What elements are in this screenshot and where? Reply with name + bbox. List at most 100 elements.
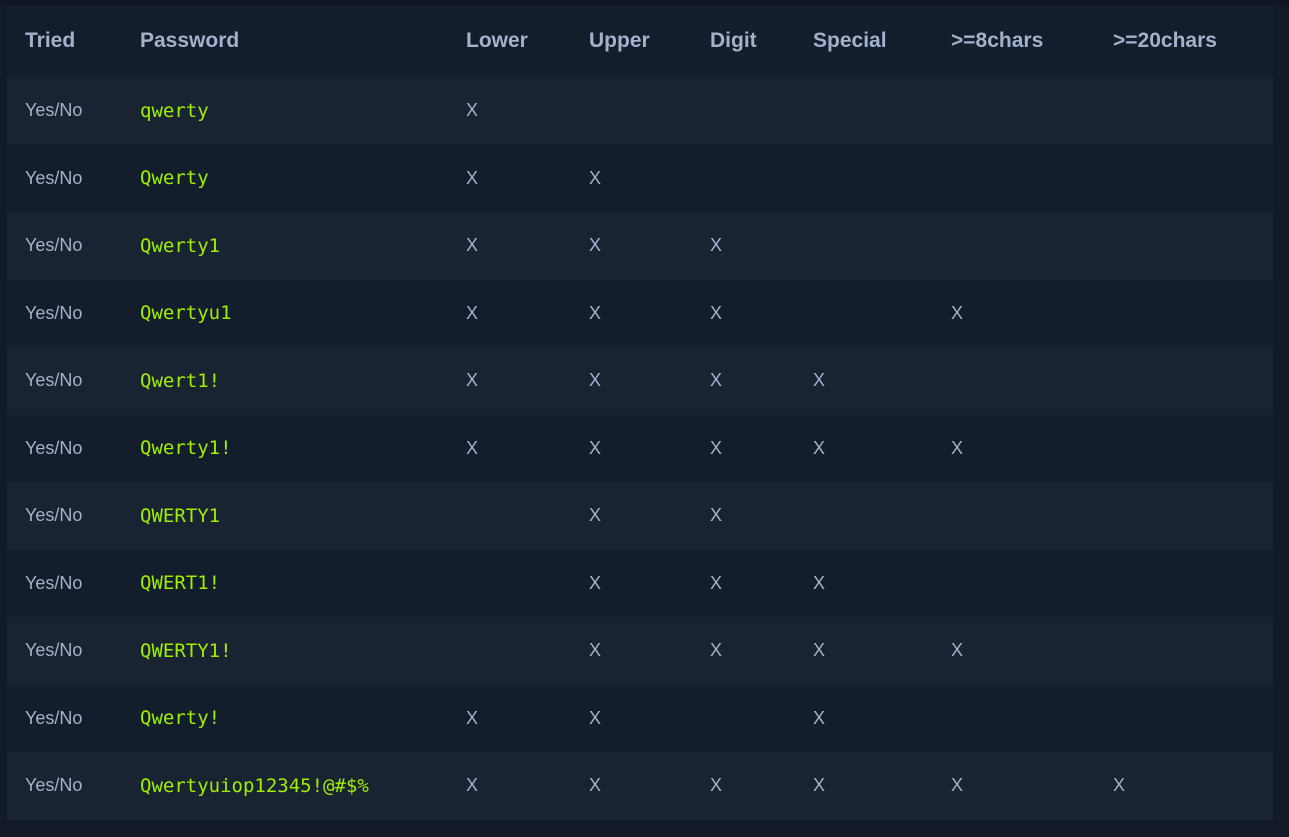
special-cell: X: [813, 437, 826, 458]
tried-cell: Yes/No: [25, 235, 83, 256]
special-cell: [795, 145, 933, 213]
digit-cell: [692, 145, 795, 213]
table-row: Yes/No Qwertyuiop12345!@#$% X X X X X X: [7, 752, 1273, 820]
min-20-chars-cell: [1095, 482, 1273, 550]
min-20-chars-cell: [1095, 617, 1273, 685]
password-cell: Qwertyu1: [140, 302, 232, 325]
table-row: Yes/No QWERT1! X X X: [7, 549, 1273, 618]
special-cell: X: [813, 640, 826, 661]
upper-cell: X: [589, 505, 602, 526]
lower-cell: X: [466, 100, 479, 121]
lower-cell: X: [466, 370, 479, 391]
table-row: Yes/No Qwerty! X X X: [7, 684, 1273, 753]
table-body: Yes/No qwerty X Yes/No Qwerty X X Yes/No…: [7, 77, 1273, 820]
password-cell: QWERTY1!: [140, 639, 232, 662]
tried-cell: Yes/No: [25, 302, 83, 323]
upper-cell: X: [589, 707, 602, 728]
min-20-chars-cell: [1095, 145, 1273, 213]
password-cell: Qwert1!: [140, 369, 221, 392]
min-8-chars-cell: X: [951, 302, 964, 323]
upper-cell: X: [589, 370, 602, 391]
digit-cell: X: [710, 640, 723, 661]
min-20-chars-cell: [1095, 280, 1273, 348]
lower-cell: X: [466, 707, 479, 728]
min-20-chars-cell: [1095, 347, 1273, 415]
password-complexity-table: Tried Password Lower Upper Digit Special…: [7, 5, 1273, 820]
min-8-chars-cell: X: [951, 640, 964, 661]
min-20-chars-cell: X: [1113, 775, 1126, 796]
column-header-digit: Digit: [710, 29, 757, 52]
tried-cell: Yes/No: [25, 370, 83, 391]
digit-cell: X: [710, 302, 723, 323]
min-8-chars-cell: [933, 77, 1095, 145]
lower-cell: [448, 482, 571, 550]
password-cell: qwerty: [140, 99, 209, 122]
digit-cell: [692, 685, 795, 753]
password-cell: Qwertyuiop12345!@#$%: [140, 774, 369, 797]
column-header-tried: Tried: [25, 29, 76, 52]
tried-cell: Yes/No: [25, 775, 83, 796]
table-row: Yes/No QWERTY1 X X: [7, 482, 1273, 550]
digit-cell: X: [710, 505, 723, 526]
password-cell: Qwerty: [140, 167, 209, 190]
digit-cell: X: [710, 437, 723, 458]
password-cell: Qwerty!: [140, 707, 221, 730]
table-row: Yes/No Qwerty1! X X X X X: [7, 414, 1273, 483]
special-cell: [795, 77, 933, 145]
upper-cell: X: [589, 235, 602, 256]
min-20-chars-cell: [1095, 685, 1273, 753]
min-8-chars-cell: [933, 212, 1095, 280]
password-cell: QWERTY1: [140, 504, 221, 527]
table-row: Yes/No Qwerty X X: [7, 144, 1273, 213]
column-header-min-8-chars: >=8chars: [951, 29, 1044, 52]
column-header-upper: Upper: [589, 29, 650, 52]
min-8-chars-cell: X: [951, 775, 964, 796]
digit-cell: X: [710, 235, 723, 256]
upper-cell: X: [589, 640, 602, 661]
header-row: Tried Password Lower Upper Digit Special…: [7, 5, 1273, 77]
column-header-special: Special: [813, 29, 887, 52]
special-cell: X: [813, 775, 826, 796]
password-table-container: Tried Password Lower Upper Digit Special…: [7, 5, 1273, 820]
column-header-min-20-chars: >=20chars: [1113, 29, 1217, 52]
min-20-chars-cell: [1095, 212, 1273, 280]
min-20-chars-cell: [1095, 415, 1273, 483]
special-cell: [795, 212, 933, 280]
min-8-chars-cell: [933, 347, 1095, 415]
table-row: Yes/No qwerty X: [7, 77, 1273, 145]
column-header-password: Password: [140, 29, 240, 52]
min-8-chars-cell: [933, 685, 1095, 753]
upper-cell: X: [589, 572, 602, 593]
min-8-chars-cell: X: [951, 437, 964, 458]
tried-cell: Yes/No: [25, 167, 83, 188]
upper-cell: X: [589, 437, 602, 458]
min-20-chars-cell: [1095, 550, 1273, 618]
upper-cell: X: [589, 302, 602, 323]
lower-cell: [448, 617, 571, 685]
table-row: Yes/No Qwertyu1 X X X X: [7, 279, 1273, 348]
password-cell: Qwerty1!: [140, 437, 232, 460]
lower-cell: [448, 550, 571, 618]
digit-cell: [692, 77, 795, 145]
lower-cell: X: [466, 302, 479, 323]
min-8-chars-cell: [933, 550, 1095, 618]
min-20-chars-cell: [1095, 77, 1273, 145]
password-cell: QWERT1!: [140, 572, 221, 595]
tried-cell: Yes/No: [25, 572, 83, 593]
digit-cell: X: [710, 370, 723, 391]
password-cell: Qwerty1: [140, 234, 221, 257]
tried-cell: Yes/No: [25, 707, 83, 728]
upper-cell: X: [589, 167, 602, 188]
special-cell: X: [813, 572, 826, 593]
min-8-chars-cell: [933, 482, 1095, 550]
tried-cell: Yes/No: [25, 100, 83, 121]
digit-cell: X: [710, 572, 723, 593]
lower-cell: X: [466, 437, 479, 458]
table-header: Tried Password Lower Upper Digit Special…: [7, 5, 1273, 77]
lower-cell: X: [466, 235, 479, 256]
tried-cell: Yes/No: [25, 437, 83, 458]
special-cell: [795, 482, 933, 550]
tried-cell: Yes/No: [25, 505, 83, 526]
table-row: Yes/No QWERTY1! X X X X: [7, 617, 1273, 685]
min-8-chars-cell: [933, 145, 1095, 213]
